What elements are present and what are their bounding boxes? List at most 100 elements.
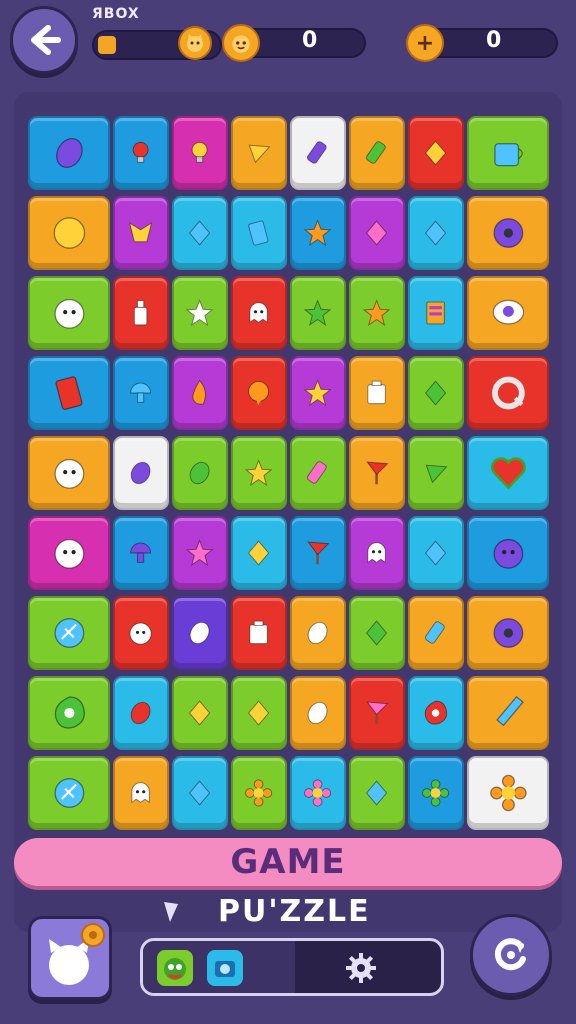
plus-coin-icon[interactable]: + [406,24,444,62]
tile[interactable] [172,116,228,190]
tile[interactable] [113,516,169,590]
blue-card-icon [248,220,269,246]
tile[interactable] [290,756,346,830]
tile[interactable] [172,756,228,830]
tile[interactable] [467,516,549,590]
tile[interactable] [113,116,169,190]
tile[interactable] [467,676,549,750]
green-triangle-icon [425,464,448,484]
tile[interactable] [349,356,405,430]
green-blob-icon [54,696,85,729]
tile[interactable] [172,516,228,590]
yellow-star-icon [304,379,332,406]
tile[interactable] [172,356,228,430]
tile[interactable] [113,756,169,830]
tile[interactable] [28,596,110,670]
tile[interactable] [467,196,549,270]
tile[interactable] [172,676,228,750]
tile[interactable] [28,356,110,430]
tile[interactable] [28,436,110,510]
tile[interactable] [172,276,228,350]
tile[interactable] [349,676,405,750]
pink-diamond-icon [366,220,388,246]
tile[interactable] [467,756,549,830]
back-button[interactable] [10,6,78,74]
camera-icon[interactable] [207,950,243,986]
game-banner: GAME [14,838,562,886]
progress-fill [98,36,116,54]
tile[interactable] [231,596,287,670]
tile[interactable] [290,516,346,590]
tile[interactable] [290,436,346,510]
tile[interactable] [408,356,464,430]
tile[interactable] [467,276,549,350]
tile[interactable] [349,276,405,350]
tile[interactable] [290,116,346,190]
tile[interactable] [28,676,110,750]
blue-shell-icon [54,618,84,648]
purple-donut-icon [493,218,523,248]
tile[interactable] [467,356,549,430]
tile[interactable] [290,356,346,430]
tile[interactable] [349,116,405,190]
green-diamond-icon [425,380,447,406]
tile[interactable] [408,116,464,190]
tile[interactable] [28,756,110,830]
tile[interactable] [231,196,287,270]
tile[interactable] [290,276,346,350]
white-bean-icon [190,621,210,645]
tile[interactable] [349,196,405,270]
tile[interactable] [113,196,169,270]
tile[interactable] [28,116,110,190]
red-flag-icon [366,461,389,485]
tile[interactable] [28,516,110,590]
gear-icon[interactable] [343,950,379,986]
tile[interactable] [231,516,287,590]
profile-button[interactable] [28,916,112,1000]
tile[interactable] [172,436,228,510]
tile[interactable] [231,756,287,830]
white-ghost-icon [367,542,387,564]
tile[interactable] [408,196,464,270]
tile[interactable] [290,596,346,670]
tile[interactable] [113,356,169,430]
tile[interactable] [408,436,464,510]
tile[interactable] [408,516,464,590]
tile[interactable] [408,596,464,670]
tile[interactable] [290,676,346,750]
tile[interactable] [231,116,287,190]
tile[interactable] [349,756,405,830]
tile[interactable] [28,196,110,270]
tile[interactable] [231,276,287,350]
score-value: 0 [302,28,318,53]
green-creature-icon[interactable] [157,950,193,986]
tile[interactable] [113,276,169,350]
tile[interactable] [231,436,287,510]
tile[interactable] [467,116,549,190]
tile[interactable] [467,596,549,670]
tile[interactable] [172,596,228,670]
orange-star-icon [363,299,391,326]
tile[interactable] [172,196,228,270]
yellow-cat-icon [129,222,153,243]
tile[interactable] [408,676,464,750]
tile[interactable] [113,436,169,510]
tile[interactable] [290,196,346,270]
tile[interactable] [408,756,464,830]
tile[interactable] [349,596,405,670]
tile[interactable] [113,596,169,670]
tile[interactable] [113,676,169,750]
tile[interactable] [349,516,405,590]
purple-bean-icon [55,138,83,168]
green-gem-icon [366,141,387,164]
cat-face-icon [54,458,84,489]
restart-button[interactable] [470,914,552,996]
tile[interactable] [28,276,110,350]
pink-gem-icon [307,461,328,484]
tile[interactable] [467,436,549,510]
white-bean-icon [308,621,328,645]
tile[interactable] [231,356,287,430]
tile[interactable] [231,676,287,750]
tile[interactable] [408,276,464,350]
tile[interactable] [349,436,405,510]
